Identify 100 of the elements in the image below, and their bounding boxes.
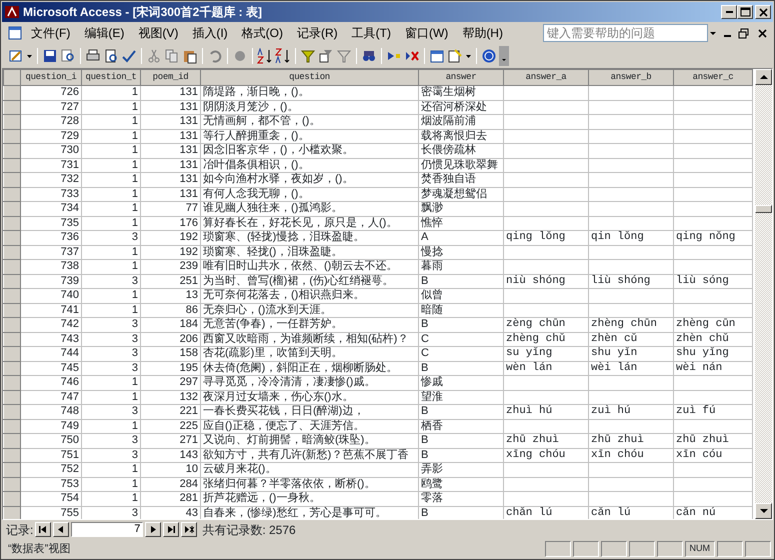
table-cell: 1 <box>82 492 140 506</box>
status-panel <box>656 541 682 557</box>
column-header[interactable]: question_i <box>20 70 82 86</box>
binoculars-icon[interactable] <box>361 48 377 64</box>
row-selector[interactable] <box>4 404 20 419</box>
save-icon[interactable] <box>42 48 58 64</box>
table-cell: zhèng cūn <box>674 318 752 332</box>
row-selector[interactable] <box>4 376 20 390</box>
menu-item[interactable]: 格式(O) <box>234 23 290 43</box>
table-cell: 谁见幽人独往来，()孤鸿影。 <box>200 202 418 216</box>
view-icon[interactable] <box>8 48 24 64</box>
menu-item[interactable]: 工具(T) <box>344 23 398 43</box>
help-question-field[interactable]: 键入需要帮助的问题 <box>543 24 708 42</box>
row-selector[interactable] <box>4 318 20 332</box>
row-selector[interactable] <box>4 462 20 477</box>
search-icon[interactable] <box>60 48 76 64</box>
row-selector[interactable] <box>4 390 20 404</box>
restore-icon[interactable] <box>737 27 750 39</box>
row-selector[interactable] <box>4 86 20 100</box>
row-selector[interactable] <box>4 114 20 129</box>
row-selector[interactable] <box>4 419 20 434</box>
row-selector[interactable] <box>4 332 20 346</box>
row-selector[interactable] <box>4 245 20 260</box>
column-header[interactable]: question_t <box>82 70 140 86</box>
table-cell: 739 <box>20 274 82 288</box>
menu-item[interactable]: 窗口(W) <box>398 23 456 43</box>
table-cell: 192 <box>140 230 200 245</box>
help-icon[interactable] <box>481 48 497 64</box>
column-header[interactable]: answer_b <box>588 70 674 86</box>
table-cell: 753 <box>20 477 82 492</box>
row-selector[interactable] <box>4 144 20 158</box>
menu-item[interactable]: 文件(F) <box>24 23 78 43</box>
scroll-thumb[interactable] <box>755 205 772 213</box>
menu-item[interactable]: 插入(I) <box>185 23 235 43</box>
row-selector[interactable] <box>4 506 20 519</box>
toolbar-options-icon[interactable] <box>499 46 509 66</box>
paste-icon[interactable] <box>182 48 198 64</box>
spelling-icon[interactable] <box>121 48 137 64</box>
column-header[interactable]: answer_a <box>504 70 588 86</box>
column-header[interactable]: answer_c <box>674 70 752 86</box>
minimize-button[interactable] <box>721 5 737 19</box>
table-cell: 728 <box>20 114 82 129</box>
row-selector[interactable] <box>4 172 20 187</box>
row-selector[interactable] <box>4 100 20 114</box>
row-selector[interactable] <box>4 202 20 216</box>
table-cell: zèng chūn <box>504 318 588 332</box>
maximize-button[interactable] <box>737 5 753 19</box>
row-selector[interactable] <box>4 346 20 361</box>
column-header[interactable]: poem_id <box>140 70 200 86</box>
status-text: “数据表”视图 <box>7 542 72 557</box>
row-selector[interactable] <box>4 477 20 492</box>
table-cell: 零落 <box>418 492 504 506</box>
menu-item[interactable]: 记录(R) <box>290 23 345 43</box>
table-cell: 86 <box>140 303 200 318</box>
scroll-down-button[interactable] <box>755 503 772 519</box>
print-preview-icon[interactable] <box>103 48 119 64</box>
row-selector[interactable] <box>4 492 20 506</box>
menu-item[interactable]: 帮助(H) <box>455 23 510 43</box>
row-selector[interactable] <box>4 303 20 318</box>
new-record-button[interactable] <box>181 522 198 537</box>
table-cell: 1 <box>82 419 140 434</box>
table-cell: 3 <box>82 434 140 448</box>
previous-record-button[interactable] <box>53 522 70 537</box>
first-record-icon <box>38 525 48 534</box>
close-icon[interactable] <box>756 27 769 39</box>
filter-form-icon[interactable] <box>318 48 334 64</box>
last-record-button[interactable] <box>163 522 180 537</box>
column-header[interactable]: answer <box>418 70 504 86</box>
menu-item[interactable]: 编辑(E) <box>77 23 132 43</box>
record-number-field[interactable]: 7 <box>71 522 144 537</box>
scroll-up-button[interactable] <box>755 69 772 85</box>
row-selector[interactable] <box>4 216 20 230</box>
select-all-corner[interactable] <box>4 70 20 86</box>
table-cell: zhū zhuì <box>504 434 588 448</box>
sort-descending-icon[interactable] <box>275 48 291 64</box>
first-record-button[interactable] <box>35 522 52 537</box>
row-selector[interactable] <box>4 274 20 288</box>
table-cell: 1 <box>82 202 140 216</box>
row-selector[interactable] <box>4 158 20 172</box>
row-selector[interactable] <box>4 448 20 462</box>
row-selector[interactable] <box>4 187 20 202</box>
table-cell: 738 <box>20 260 82 274</box>
row-selector[interactable] <box>4 288 20 303</box>
cut-icon[interactable] <box>146 48 162 64</box>
database-window-icon[interactable] <box>429 48 445 64</box>
filter-icon[interactable] <box>300 48 316 64</box>
row-selector[interactable] <box>4 129 20 144</box>
row-selector[interactable] <box>4 260 20 274</box>
row-selector[interactable] <box>4 361 20 376</box>
sort-ascending-icon[interactable] <box>257 48 273 64</box>
menu-item[interactable]: 视图(V) <box>131 23 186 43</box>
column-header[interactable]: question <box>200 70 418 86</box>
record-count: 共有记录数: 2576 <box>202 522 296 538</box>
row-selector[interactable] <box>4 230 20 245</box>
table-cell: 1 <box>82 245 140 260</box>
row-selector[interactable] <box>4 434 20 448</box>
table-cell: 131 <box>140 172 200 187</box>
close-button[interactable] <box>755 5 771 19</box>
next-record-button[interactable] <box>145 522 162 537</box>
vertical-scrollbar[interactable] <box>755 69 772 519</box>
